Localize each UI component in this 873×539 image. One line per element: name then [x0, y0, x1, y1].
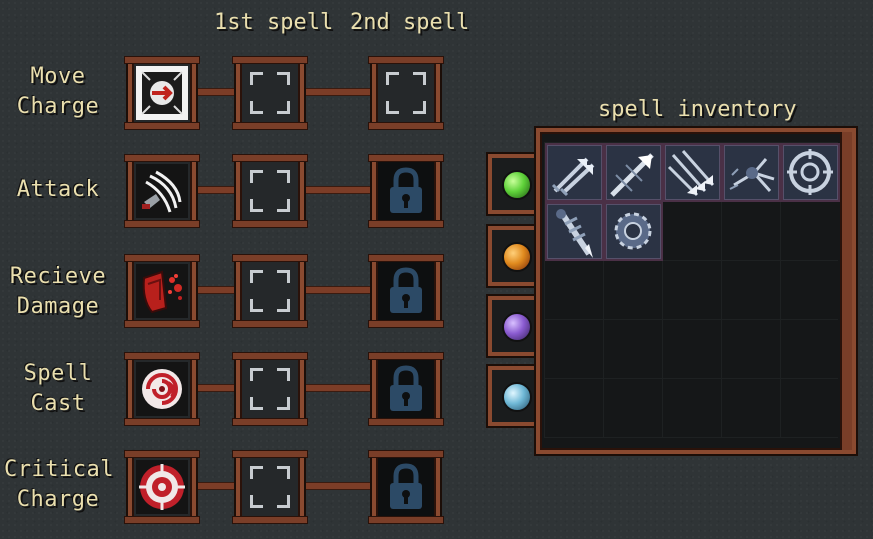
trigger-slot-spell-cast[interactable]: [124, 352, 200, 426]
trigger-slot-recieve-damage[interactable]: [124, 254, 200, 328]
connector: [300, 186, 372, 194]
header-2nd-spell: 2nd spell: [350, 10, 470, 35]
lock-icon: [390, 167, 422, 213]
purple-orb-tab[interactable]: [488, 296, 540, 356]
header-1st-spell: 1st spell: [214, 10, 334, 35]
inventory-item[interactable]: [781, 143, 840, 202]
connector: [196, 482, 236, 490]
lock-icon: [390, 365, 422, 411]
connector: [196, 186, 236, 194]
lock-icon: [390, 267, 422, 313]
drill-icon: [556, 209, 593, 258]
inventory-scrollbar[interactable]: [840, 132, 852, 450]
double-arrow-icon: [551, 157, 595, 197]
trigger-slot-critical-charge[interactable]: [124, 450, 200, 524]
target-reticle-icon: [787, 149, 833, 195]
purple-orb-icon: [502, 312, 532, 342]
trigger-slot-attack[interactable]: [124, 154, 200, 228]
crosshair-target-icon: [136, 460, 188, 514]
spell-slot-2-recieve-damage-locked[interactable]: [368, 254, 444, 328]
shield-blood-icon: [136, 264, 188, 318]
orange-orb-icon: [502, 242, 532, 272]
piercing-arrow-icon: [610, 153, 654, 197]
connector: [300, 88, 372, 96]
spell-slot-1-move-charge[interactable]: [232, 56, 308, 130]
blue-orb-icon: [502, 382, 532, 412]
inventory-item[interactable]: [604, 202, 663, 261]
connector: [196, 286, 236, 294]
spell-inventory-panel: [536, 128, 856, 454]
scatter-arrow-icon: [729, 158, 775, 192]
green-orb-icon: [502, 170, 532, 200]
gear-saw-icon: [614, 212, 652, 250]
connector: [196, 88, 236, 96]
row-label-critical-charge: Critical Charge: [4, 457, 114, 512]
inventory-item[interactable]: [604, 143, 663, 202]
inventory-title: spell inventory: [598, 97, 797, 122]
spell-slot-2-move-charge[interactable]: [368, 56, 444, 130]
spell-slot-2-attack-locked[interactable]: [368, 154, 444, 228]
spell-slot-1-attack[interactable]: [232, 154, 308, 228]
spell-slot-2-critical-charge-locked[interactable]: [368, 450, 444, 524]
connector: [300, 286, 372, 294]
spell-slot-2-spell-cast-locked[interactable]: [368, 352, 444, 426]
orange-orb-tab[interactable]: [488, 226, 540, 286]
row-label-recieve-damage: Recieve Damage: [9, 264, 107, 319]
swirl-icon: [136, 362, 188, 416]
connector: [300, 384, 372, 392]
connector: [196, 384, 236, 392]
row-label-spell-cast: Spell Cast: [23, 361, 93, 416]
inventory-item[interactable]: [545, 143, 604, 202]
dash-arrow-icon: [136, 66, 188, 120]
spell-slot-1-recieve-damage[interactable]: [232, 254, 308, 328]
inventory-item[interactable]: [722, 143, 781, 202]
blue-orb-tab[interactable]: [488, 366, 540, 426]
connector: [300, 482, 372, 490]
inventory-grid: [544, 142, 840, 438]
inventory-item[interactable]: [545, 202, 604, 261]
row-label-attack: Attack: [16, 177, 100, 202]
trigger-slot-move-charge[interactable]: [124, 56, 200, 130]
claw-slash-icon: [136, 164, 188, 218]
spell-slot-1-spell-cast[interactable]: [232, 352, 308, 426]
arrow-volley-icon: [667, 150, 715, 197]
green-orb-tab[interactable]: [488, 154, 540, 214]
spell-slot-1-critical-charge[interactable]: [232, 450, 308, 524]
lock-icon: [390, 463, 422, 509]
inventory-item[interactable]: [663, 143, 722, 202]
row-label-move-charge: Move Charge: [16, 64, 100, 119]
